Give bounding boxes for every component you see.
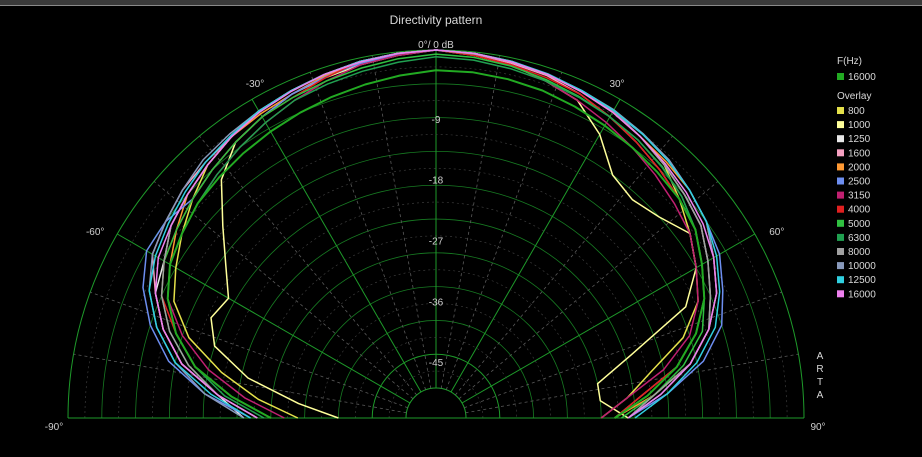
legend-label-12500: 12500 (848, 275, 876, 286)
legend-label-1600: 1600 (848, 148, 871, 159)
legend-label-2500: 2500 (848, 177, 871, 188)
legend-entries: 800 1000 1250 1600 2000 2500 3150 4000 5000 6300 8… (837, 106, 876, 300)
legend-heading: F(Hz) (837, 56, 862, 67)
radial-tick-label: -27 (429, 237, 444, 248)
angle-tick-label: -30° (246, 79, 264, 90)
angle-tick-label: 60° (769, 227, 784, 238)
legend-label-6300: 6300 (848, 233, 871, 244)
grid-spoke (450, 99, 621, 393)
radial-tick-label: 0°/ 0 dB (418, 40, 454, 51)
watermark-letter: A (817, 390, 824, 401)
legend-swatch-2500 (837, 177, 844, 185)
legend-swatch-4000 (837, 205, 844, 213)
axis-labels: 0°/ 0 dB -9 -18 -27 -36 -45 -90° -60° -30° 30° 60°… (45, 40, 826, 433)
watermark-letter: A (817, 351, 824, 362)
radial-tick-label: -45 (429, 358, 444, 369)
legend-swatch-5000 (837, 219, 844, 227)
legend-label-1000: 1000 (848, 120, 871, 131)
legend-swatch-12500 (837, 276, 844, 284)
legend-swatch-16000 (837, 290, 844, 298)
chart-title: Directivity pattern (390, 13, 483, 27)
legend-label-800: 800 (848, 106, 865, 117)
legend-swatch-800 (837, 107, 844, 114)
legend-label-4000: 4000 (848, 205, 871, 216)
angle-tick-label: -60° (86, 227, 104, 238)
legend-swatch-10000 (837, 262, 844, 270)
legend: F(Hz) 16000 Overlay 800 1000 1250 1600 2000 2… (837, 56, 876, 300)
legend-current-label: 16000 (848, 72, 876, 83)
legend-label-2000: 2000 (848, 162, 871, 173)
legend-label-8000: 8000 (848, 247, 871, 258)
legend-label-16000: 16000 (848, 289, 876, 300)
arta-watermark: ARTA (816, 351, 823, 401)
angle-tick-label: 90° (810, 422, 825, 433)
legend-swatch-1600 (837, 149, 844, 157)
angle-tick-label: 30° (609, 79, 624, 90)
legend-swatch-1250 (837, 135, 844, 143)
radial-tick-label: -18 (429, 176, 444, 187)
legend-swatch-2000 (837, 163, 844, 171)
grid-spoke (371, 55, 432, 389)
legend-overlay-heading: Overlay (837, 91, 871, 102)
legend-label-5000: 5000 (848, 219, 871, 230)
grid-spoke (251, 99, 422, 393)
watermark-letter: R (816, 364, 823, 375)
watermark-letter: T (817, 377, 823, 388)
angle-tick-label: -90° (45, 422, 63, 433)
grid-ring (405, 387, 467, 419)
grid-spoke (454, 135, 673, 396)
radial-tick-label: -9 (432, 115, 441, 126)
legend-label-10000: 10000 (848, 261, 876, 272)
legend-swatch-6300 (837, 233, 844, 241)
legend-current-swatch (837, 73, 844, 80)
grid-inner-ring (405, 387, 467, 419)
directivity-polar-chart: 0°/ 0 dB -9 -18 -27 -36 -45 -90° -60° -30° 30° 60°… (45, 13, 876, 433)
legend-label-3150: 3150 (848, 191, 871, 202)
legend-swatch-1000 (837, 121, 844, 129)
legend-label-1250: 1250 (848, 134, 871, 145)
series-curve-1000 (210, 49, 697, 419)
legend-swatch-8000 (837, 248, 844, 255)
radial-tick-label: -36 (429, 297, 444, 308)
legend-swatch-3150 (837, 191, 844, 199)
